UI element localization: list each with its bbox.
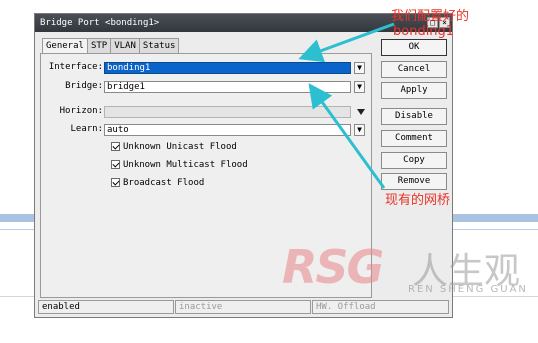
arrow-to-interface — [298, 22, 395, 63]
annotation-top: 我们配置好的 bonding1 — [391, 9, 469, 39]
annotation-bottom: 现有的网桥 — [385, 193, 451, 208]
annotation-top-line1: 我们配置好的 — [391, 9, 470, 24]
annotation-top-line2: bonding1 — [393, 24, 455, 39]
annotation-arrows — [298, 22, 395, 189]
arrow-to-bridge — [308, 83, 386, 189]
